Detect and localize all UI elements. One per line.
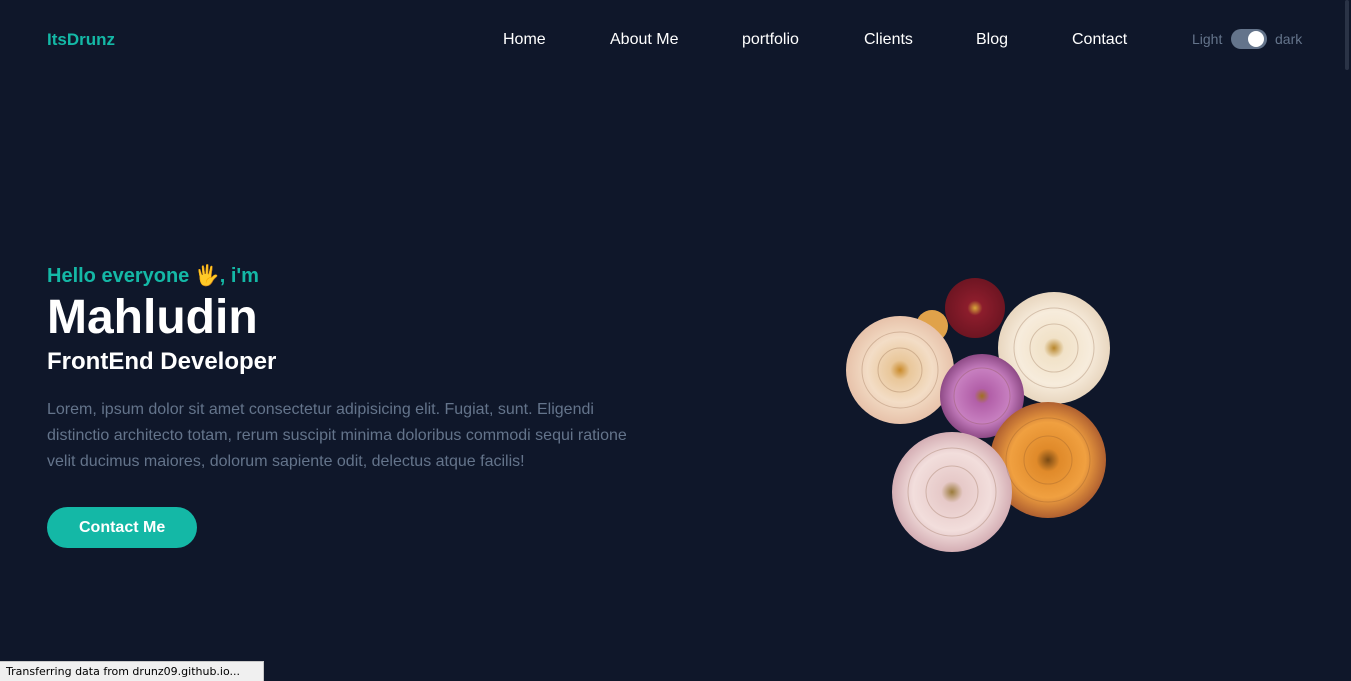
nav-link-about-me[interactable]: About Me	[610, 31, 678, 49]
nav-link-blog[interactable]: Blog	[976, 31, 1008, 49]
contact-me-button[interactable]: Contact Me	[47, 507, 198, 548]
nav-link-portfolio[interactable]: portfolio	[742, 31, 799, 49]
theme-dark-label: dark	[1275, 31, 1303, 47]
navbar: ItsDrunz Home About Me portfolio Clients…	[0, 0, 1351, 78]
browser-status-bar: Transferring data from drunz09.github.io…	[0, 661, 264, 681]
theme-light-label: Light	[1192, 31, 1223, 47]
hero-name: Mahludin	[47, 291, 258, 344]
nav-link-home[interactable]: Home	[503, 31, 546, 49]
hero-role: FrontEnd Developer	[47, 348, 277, 375]
scrollbar-thumb[interactable]	[1345, 0, 1349, 70]
hero-bio: Lorem, ipsum dolor sit amet consectetur …	[47, 401, 627, 470]
page: ItsDrunz Home About Me portfolio Clients…	[0, 0, 1351, 681]
flower-bouquet-icon	[846, 278, 1110, 552]
theme-toggle: Light dark	[1192, 28, 1312, 50]
hero-section: Hello everyone 🖐, i'm Mahludin FrontEnd …	[47, 262, 647, 548]
theme-switch[interactable]	[1231, 29, 1267, 49]
theme-switch-knob	[1248, 31, 1264, 47]
logo-link[interactable]: ItsDrunz	[47, 30, 115, 50]
nav-link-clients[interactable]: Clients	[864, 31, 913, 49]
flower-bouquet-image	[840, 278, 1120, 558]
hero-greeting: Hello everyone 🖐, i'm	[47, 265, 259, 287]
nav-link-contact[interactable]: Contact	[1072, 31, 1127, 49]
